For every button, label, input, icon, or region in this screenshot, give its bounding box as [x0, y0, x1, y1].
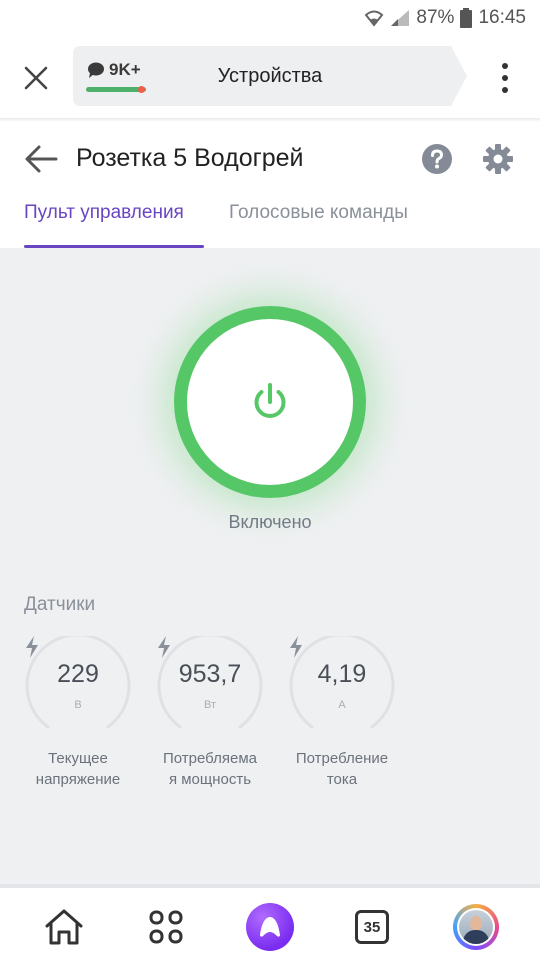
sensor-unit: В [74, 699, 82, 711]
sensor-label-line: напряжение [35, 771, 121, 788]
sensor-label: Текущее напряжение [12, 748, 144, 790]
calendar-icon: 35 [355, 910, 389, 944]
sensor-current: 4,19 А Потребление тока [276, 636, 408, 790]
battery-icon [460, 8, 473, 28]
nav-profile[interactable] [451, 902, 501, 952]
sensor-label: Потребляема я мощность [144, 748, 276, 790]
status-time: 16:45 [478, 7, 526, 28]
home-icon [45, 909, 83, 945]
help-button[interactable] [421, 143, 453, 175]
app-bar: 9K+ Устройства [0, 36, 540, 118]
wifi-icon [365, 10, 384, 27]
sensor-value: 229 [57, 660, 99, 688]
gauge-arc [289, 636, 395, 729]
alice-icon [260, 917, 280, 937]
sensor-gauge: 953,7 Вт [156, 636, 264, 744]
control-panel: Включено Датчики 229 В Текущее напряжени… [0, 248, 540, 884]
sensor-gauge: 4,19 А [288, 636, 396, 744]
lightning-icon [26, 636, 38, 658]
lightning-icon [290, 636, 302, 658]
power-button[interactable] [174, 306, 366, 498]
sensor-unit: Вт [203, 699, 216, 711]
apps-grid-icon [149, 910, 183, 944]
back-arrow-icon [25, 145, 58, 173]
status-bar: 87% 16:45 [0, 0, 540, 36]
address-pill[interactable]: 9K+ Устройства [73, 46, 467, 106]
tab-remote-control[interactable]: Пульт управления [24, 202, 184, 224]
gauge-arc [25, 636, 131, 729]
sensor-label-line: Текущее [48, 750, 108, 767]
sensor-label-line: Потребляема [163, 750, 257, 767]
avatar-ring [453, 904, 499, 950]
bottom-navigation: 35 [0, 884, 540, 960]
gauge-arc [157, 636, 263, 729]
more-vertical-icon-dot [502, 75, 508, 81]
sensor-label-line: я мощность [168, 771, 252, 788]
sensor-label-line: Потребление [295, 750, 389, 767]
tab-bar: Пульт управления Голосовые команды [0, 192, 540, 248]
tab-voice-commands[interactable]: Голосовые команды [229, 202, 408, 224]
sensor-gauge: 229 В [24, 636, 132, 744]
nav-calendar[interactable]: 35 [347, 902, 397, 952]
sensor-value: 4,19 [317, 660, 367, 688]
sensor-label: Потребление тока [276, 748, 408, 790]
signal-icon [391, 10, 410, 26]
close-button[interactable] [16, 58, 56, 98]
page-title: Розетка 5 Водогрей [76, 144, 304, 172]
lightning-icon [158, 636, 170, 658]
help-icon [422, 144, 452, 174]
settings-button[interactable] [482, 143, 514, 175]
more-options-button[interactable] [490, 60, 520, 96]
sensors-title: Датчики [24, 594, 96, 615]
close-icon [24, 66, 48, 90]
gear-icon [483, 144, 513, 174]
battery-percent: 87% [416, 7, 455, 28]
calendar-day: 35 [363, 918, 381, 936]
more-vertical-icon-dot [502, 87, 508, 93]
app-bar-title: Устройства [217, 65, 323, 87]
avatar-body [463, 930, 489, 944]
sensor-value: 953,7 [178, 660, 242, 688]
page-header: Розетка 5 Водогрей Пульт управления Голо… [0, 122, 540, 248]
nav-home[interactable] [39, 902, 89, 952]
avatar-photo [459, 910, 493, 944]
power-icon [254, 383, 286, 418]
avatar [457, 908, 495, 946]
sensor-unit: А [338, 699, 346, 711]
alice-button [246, 903, 294, 951]
sensor-power: 953,7 Вт Потребляема я мощность [144, 636, 276, 790]
power-state-label: Включено [228, 512, 312, 532]
sensor-label-line: тока [326, 771, 358, 788]
avatar-face [470, 916, 482, 931]
sensor-voltage: 229 В Текущее напряжение [12, 636, 144, 790]
back-button[interactable] [22, 142, 62, 176]
nav-alice[interactable] [245, 902, 295, 952]
more-vertical-icon-dot [502, 63, 508, 69]
nav-services[interactable] [141, 902, 191, 952]
